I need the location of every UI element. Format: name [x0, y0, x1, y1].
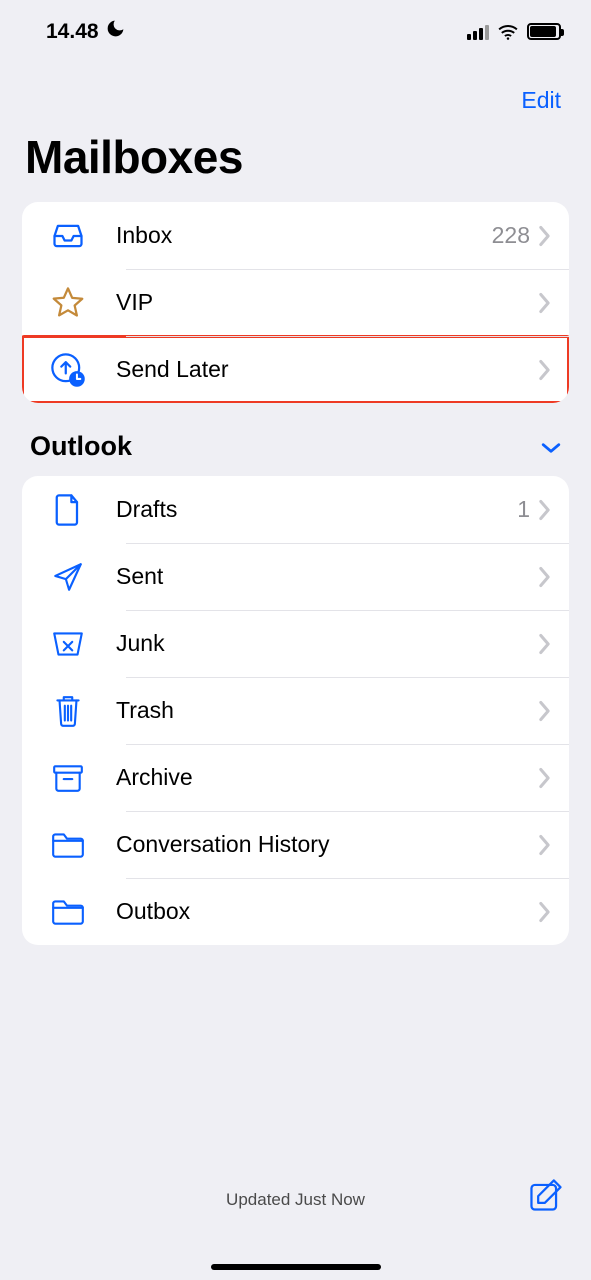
junk-icon [48, 624, 88, 664]
mailbox-label: Send Later [116, 356, 530, 383]
folder-label: Trash [116, 697, 530, 724]
nav-bar: Edit [0, 55, 591, 124]
folder-row-conversation-history[interactable]: Conversation History [22, 811, 569, 878]
home-indicator [211, 1264, 381, 1270]
chevron-right-icon [538, 700, 551, 722]
folder-row-sent[interactable]: Sent [22, 543, 569, 610]
battery-icon [527, 23, 561, 40]
wifi-icon [497, 24, 519, 40]
chevron-right-icon [538, 633, 551, 655]
moon-icon [105, 18, 126, 45]
folder-label: Junk [116, 630, 530, 657]
mailbox-row-vip[interactable]: VIP [22, 269, 569, 336]
account-section-title: Outlook [30, 431, 132, 462]
mailboxes-group: Inbox 228 VIP Send Later [22, 202, 569, 403]
folder-icon [48, 892, 88, 932]
edit-button[interactable]: Edit [521, 87, 561, 113]
folder-count: 1 [517, 496, 530, 523]
mailbox-label: VIP [116, 289, 530, 316]
inbox-icon [48, 216, 88, 256]
page-title: Mailboxes [0, 124, 591, 202]
folder-label: Conversation History [116, 831, 530, 858]
bottom-bar: Updated Just Now [0, 1170, 591, 1280]
folder-label: Drafts [116, 496, 517, 523]
sync-status: Updated Just Now [0, 1190, 591, 1210]
folder-label: Archive [116, 764, 530, 791]
chevron-down-icon[interactable] [541, 431, 561, 462]
paperplane-icon [48, 557, 88, 597]
folder-label: Sent [116, 563, 530, 590]
mailbox-row-send-later[interactable]: Send Later [22, 336, 569, 403]
chevron-right-icon [538, 901, 551, 923]
mailbox-row-inbox[interactable]: Inbox 228 [22, 202, 569, 269]
chevron-right-icon [538, 767, 551, 789]
folder-row-drafts[interactable]: Drafts 1 [22, 476, 569, 543]
chevron-right-icon [538, 566, 551, 588]
folder-icon [48, 825, 88, 865]
account-folders-group: Drafts 1 Sent Junk Trash [22, 476, 569, 945]
folder-row-junk[interactable]: Junk [22, 610, 569, 677]
status-left: 14.48 [46, 18, 126, 45]
clock-up-icon [48, 350, 88, 390]
status-bar: 14.48 [0, 0, 591, 55]
chevron-right-icon [538, 834, 551, 856]
chevron-right-icon [538, 225, 551, 247]
status-time: 14.48 [46, 20, 99, 44]
account-section-header[interactable]: Outlook [0, 431, 591, 476]
cellular-signal-icon [467, 24, 489, 40]
archive-icon [48, 758, 88, 798]
chevron-right-icon [538, 359, 551, 381]
mailbox-count: 228 [492, 222, 530, 249]
folder-row-archive[interactable]: Archive [22, 744, 569, 811]
trash-icon [48, 691, 88, 731]
chevron-right-icon [538, 499, 551, 521]
mailbox-label: Inbox [116, 222, 492, 249]
chevron-right-icon [538, 292, 551, 314]
folder-row-trash[interactable]: Trash [22, 677, 569, 744]
status-right [467, 23, 561, 40]
star-icon [48, 283, 88, 323]
folder-row-outbox[interactable]: Outbox [22, 878, 569, 945]
compose-button[interactable] [527, 1176, 565, 1219]
document-icon [48, 490, 88, 530]
folder-label: Outbox [116, 898, 530, 925]
